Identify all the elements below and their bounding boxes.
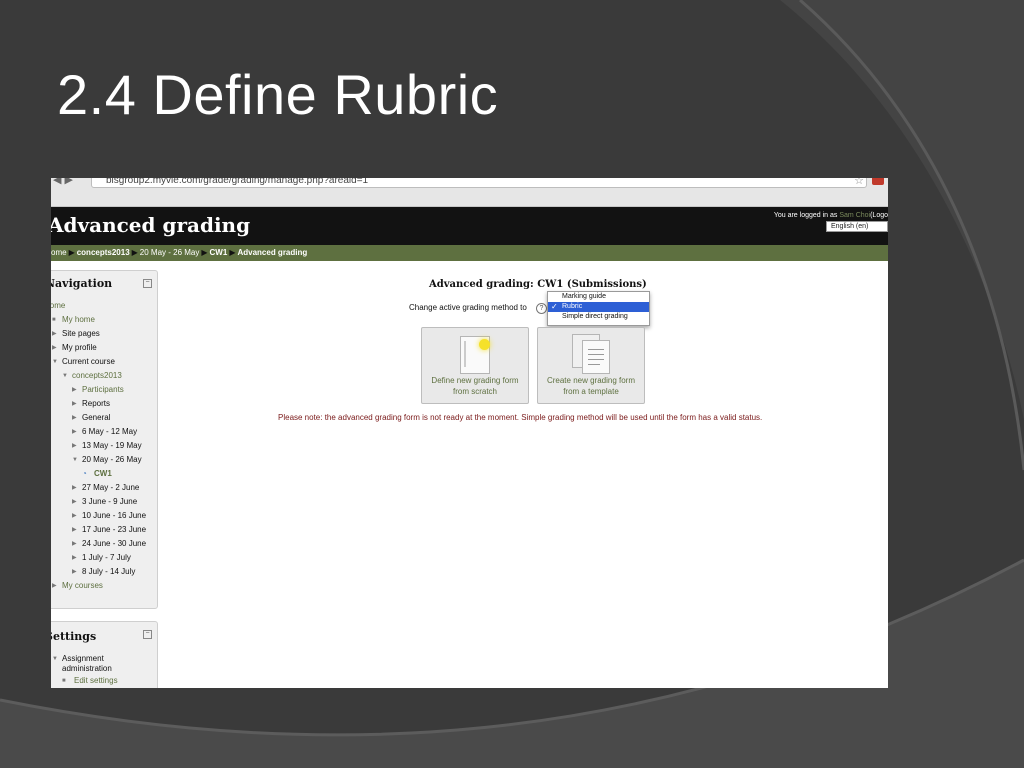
nav-item-participants[interactable]: ▶ Participants [51, 383, 154, 397]
login-prefix: You are logged in as [773, 212, 838, 219]
navigation-block: Navigation − Home ■My home ▶Site pages ▶… [51, 270, 158, 609]
site-title: Advanced grading [51, 213, 251, 237]
chevron-right-icon: ▶ [72, 569, 77, 575]
nav-item-week[interactable]: ▶ 10 June - 16 June [51, 509, 154, 523]
nav-item-week[interactable]: ▶ 6 May - 12 May [51, 425, 154, 439]
chevron-right-icon: ▶ [52, 345, 57, 351]
nav-item-week[interactable]: ▶ 8 July - 14 July [51, 565, 154, 579]
create-from-template-label: Create new grading form from a template [546, 376, 636, 396]
collapse-icon[interactable]: − [143, 630, 152, 639]
breadcrumb-home[interactable]: ome [51, 245, 67, 261]
chevron-right-icon: ▶ [72, 429, 77, 435]
nav-item-reports[interactable]: ▶ Reports [51, 397, 154, 411]
status-note: Please note: the advanced grading form i… [278, 413, 763, 422]
option-simple-direct-grading[interactable]: Simple direct grading [548, 312, 649, 322]
create-from-template-button[interactable]: Create new grading form from a template [537, 327, 645, 404]
screenshot-frame: ◀ ▶ bisgroup2.myvle.com/grade/grading/ma… [51, 178, 888, 688]
site-header: Advanced grading You are logged in as Sa… [51, 207, 888, 245]
grading-method-dropdown[interactable]: Marking guide ✓ Rubric Simple direct grad… [547, 291, 650, 326]
assignment-icon: ◔ [82, 469, 87, 478]
chevron-right-icon: ▶ [72, 541, 77, 547]
nav-item-week[interactable]: ▶ 24 June - 30 June [51, 537, 154, 551]
settings-item-administration[interactable]: administration [51, 664, 154, 674]
nav-item-week[interactable]: ▶ 27 May - 2 June [51, 481, 154, 495]
settings-title: Settings [51, 630, 97, 643]
chevron-right-icon: ▶ [72, 555, 77, 561]
nav-item-my-courses[interactable]: ▶ My courses [51, 579, 154, 593]
bullet-icon: ■ [52, 317, 56, 323]
nav-item-cw1[interactable]: ◔ CW1 [51, 467, 154, 481]
user-name-link[interactable]: Sam Choi [839, 212, 870, 219]
navigation-tree: Home ■My home ▶Site pages ▶My profile ▼C… [51, 299, 154, 593]
nav-item-my-home[interactable]: ■ My home [51, 313, 154, 327]
option-marking-guide[interactable]: Marking guide [548, 292, 649, 302]
chevron-right-icon: ▶ [72, 527, 77, 533]
chevron-down-icon: ▼ [52, 359, 58, 365]
chevron-down-icon: ▼ [62, 373, 68, 379]
breadcrumb-separator-icon: ▶ [201, 248, 208, 257]
define-from-scratch-label: Define new grading form from scratch [431, 376, 519, 396]
nav-item-general[interactable]: ▶ General [51, 411, 154, 425]
back-forward-icon[interactable]: ◀ ▶ [53, 178, 73, 186]
chevron-right-icon: ▶ [52, 583, 57, 589]
nav-item-current-course[interactable]: ▼ Current course [51, 355, 154, 369]
breadcrumb-section[interactable]: 20 May - 26 May [140, 245, 200, 261]
chevron-right-icon: ▶ [72, 443, 77, 449]
template-document-front-icon [582, 340, 610, 374]
breadcrumb: ome ▶ concepts2013 ▶ 20 May - 26 May ▶ CW1 ▶ Adv… [51, 245, 888, 261]
extension-icon[interactable] [872, 178, 884, 185]
breadcrumb-separator-icon: ▶ [229, 248, 236, 257]
collapse-icon[interactable]: − [143, 279, 152, 288]
nav-item-week[interactable]: ▶ 3 June - 9 June [51, 495, 154, 509]
help-icon[interactable]: ? [536, 303, 547, 314]
chevron-right-icon: ▶ [72, 513, 77, 519]
navigation-title: Navigation [51, 277, 113, 290]
chevron-right-icon: ▶ [72, 387, 77, 393]
breadcrumb-course[interactable]: concepts2013 [77, 245, 130, 261]
nav-item-site-pages[interactable]: ▶ Site pages [51, 327, 154, 341]
nav-item-course[interactable]: ▼ concepts2013 [51, 369, 154, 383]
page-heading: Advanced grading: CW1 (Submissions) [429, 279, 647, 290]
settings-item-assignment[interactable]: ▼ Assignment [51, 654, 154, 664]
blank-document-icon [460, 336, 490, 374]
breadcrumb-current: Advanced grading [237, 248, 308, 257]
nav-item-week[interactable]: ▶ 13 May - 19 May [51, 439, 154, 453]
define-from-scratch-button[interactable]: Define new grading form from scratch [421, 327, 529, 404]
nav-item-week[interactable]: ▶ 17 June - 23 June [51, 523, 154, 537]
chevron-right-icon: ▶ [52, 331, 57, 337]
breadcrumb-separator-icon: ▶ [131, 248, 138, 257]
nav-item-week-current[interactable]: ▼ 20 May - 26 May [51, 453, 154, 467]
slide-title: 2.4 Define Rubric [57, 63, 499, 126]
chevron-right-icon: ▶ [72, 415, 77, 421]
nav-item-my-profile[interactable]: ▶ My profile [51, 341, 154, 355]
nav-item-home[interactable]: Home [51, 299, 154, 313]
login-info: You are logged in as Sam Choi(Logo [774, 212, 888, 219]
chevron-down-icon: ▼ [52, 656, 58, 662]
language-select[interactable]: English (en) [826, 221, 888, 232]
breadcrumb-activity[interactable]: CW1 [210, 245, 228, 261]
bookmark-star-icon[interactable]: ☆ [854, 178, 864, 187]
option-rubric-label: Rubric [562, 303, 583, 310]
breadcrumb-separator-icon: ▶ [68, 248, 75, 257]
chevron-right-icon: ▶ [72, 499, 77, 505]
nav-item-week[interactable]: ▶ 1 July - 7 July [51, 551, 154, 565]
address-bar[interactable]: bisgroup2.myvle.com/grade/grading/manage… [91, 178, 867, 188]
settings-block: Settings − ▼Assignment administration ■E… [51, 621, 158, 688]
settings-item-edit-settings[interactable]: ■ Edit settings [51, 676, 154, 686]
chevron-right-icon: ▶ [72, 485, 77, 491]
chevron-right-icon: ▶ [72, 401, 77, 407]
option-rubric[interactable]: ✓ Rubric [548, 302, 649, 312]
checkmark-icon: ✓ [551, 302, 558, 311]
chevron-down-icon: ▼ [72, 457, 78, 463]
grading-method-label: Change active grading method to [409, 303, 527, 312]
logout-link[interactable]: (Logo [870, 212, 888, 219]
bullet-icon: ■ [62, 678, 66, 684]
browser-toolbar: ◀ ▶ bisgroup2.myvle.com/grade/grading/ma… [51, 178, 888, 207]
